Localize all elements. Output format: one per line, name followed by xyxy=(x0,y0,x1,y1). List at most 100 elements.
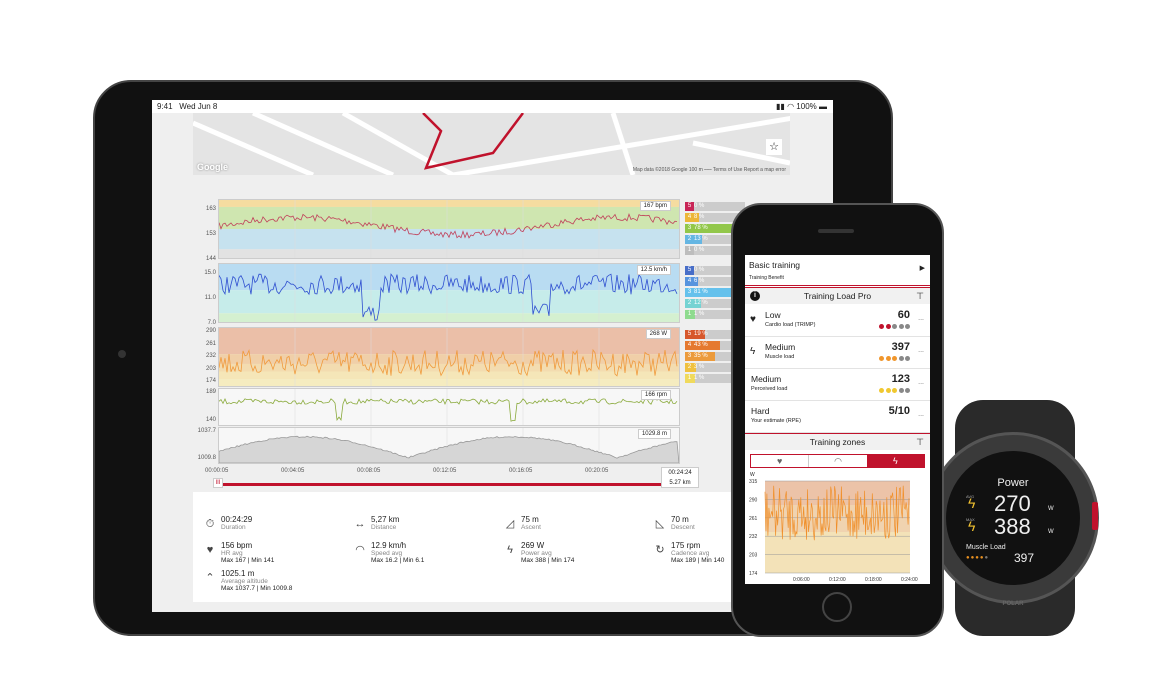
zone-percent: 43 % xyxy=(694,342,708,348)
load-value: 397 xyxy=(891,341,910,353)
load-row[interactable]: ♥ Low Cardio load (TRIMP) 60... xyxy=(745,305,930,337)
y-tick: 174 xyxy=(749,571,758,577)
avg-badge: AVG xyxy=(966,494,975,499)
play-arrow-icon[interactable]: ▶ xyxy=(920,264,925,272)
home-button[interactable] xyxy=(822,592,852,622)
zone-percent: 8 % xyxy=(694,214,705,220)
analysis-charts[interactable]: 163 153 144 167 bpm 5 0 % 4 8 % 3 78 % 2 13 % 1 0 % 15… xyxy=(193,188,790,488)
training-benefit-row[interactable]: Basic training Training Benefit ▶ xyxy=(745,255,930,286)
watch-load-label: Muscle Load xyxy=(966,544,1006,551)
more-icon[interactable]: ... xyxy=(918,379,924,386)
tab-speed[interactable]: ◠ xyxy=(809,455,866,467)
stat-value: 70 m xyxy=(671,515,689,524)
zone-band xyxy=(765,532,910,573)
zone-number: 5 xyxy=(687,203,692,209)
timeline-scrubber[interactable] xyxy=(218,483,673,486)
stopwatch-icon: ⏱ xyxy=(205,518,215,530)
more-icon[interactable]: ... xyxy=(918,315,924,322)
watch-unit: W xyxy=(1048,506,1054,512)
load-level: Medium xyxy=(765,342,796,352)
scrubber-handle[interactable]: III xyxy=(213,478,223,488)
load-dots xyxy=(878,356,910,361)
filter-icon[interactable]: ⊤ xyxy=(916,288,924,305)
x-tick: 0:24:00 xyxy=(901,577,918,583)
zone-number: 1 xyxy=(687,311,692,317)
load-row[interactable]: ϟ Medium Muscle load 397... xyxy=(745,337,930,369)
load-level: Hard xyxy=(751,406,770,416)
status-bar: 9:41 Wed Jun 8 ▮▮ ◠ 100% ▬ xyxy=(152,100,833,113)
route-map[interactable]: Google Map data ©2018 Google 100 m ⎯⎯⎯ T… xyxy=(193,113,790,175)
zone-bar: 50 % xyxy=(685,202,745,211)
stat-value: 269 W xyxy=(521,541,545,550)
stat-value: 5,27 km xyxy=(371,515,400,524)
zone-number: 2 xyxy=(687,300,692,306)
battery-icon: ▬ xyxy=(819,102,827,111)
altitude-plot[interactable]: 1037.7 1009.8 1029.8 m xyxy=(198,427,680,465)
tab-heart-rate[interactable]: ♥ xyxy=(751,455,810,467)
more-icon[interactable]: ... xyxy=(918,347,924,354)
zone-number: 5 xyxy=(687,331,692,337)
star-icon[interactable]: ☆ xyxy=(766,139,782,155)
watch-max-power: 388 xyxy=(994,514,1031,539)
tablet-camera xyxy=(118,350,126,358)
zone-number: 4 xyxy=(687,214,692,220)
power-readout: 268 W xyxy=(645,329,671,339)
y-tick: 144 xyxy=(205,256,216,262)
x-tick: 0:18:00 xyxy=(865,577,882,583)
info-icon[interactable]: i xyxy=(750,291,760,301)
y-tick: 290 xyxy=(749,497,758,503)
load-row[interactable]: Medium Perceived load 123... xyxy=(745,369,930,401)
heart-icon: ♥ xyxy=(750,314,756,325)
filter-icon[interactable]: ⊤ xyxy=(916,434,924,451)
zone-band xyxy=(219,200,679,207)
load-dots xyxy=(878,324,910,329)
y-tick: 1037.7 xyxy=(197,428,216,434)
zone-number: 4 xyxy=(687,278,692,284)
benefit-subtitle: Training Benefit xyxy=(749,275,784,281)
tab-power[interactable]: ϟ xyxy=(866,455,924,467)
zone-number: 3 xyxy=(687,289,692,295)
map-credits[interactable]: Map data ©2018 Google 100 m ⎯⎯⎯ Terms of… xyxy=(633,167,786,173)
status-date: Wed Jun 8 xyxy=(179,102,218,111)
cadence-plot[interactable]: 189 140 166 rpm xyxy=(206,388,680,427)
scrubber-time: 00:24:24 xyxy=(668,470,692,476)
y-tick: 11.0 xyxy=(204,295,216,301)
y-tick: 189 xyxy=(205,389,216,395)
speed-plot[interactable]: 15.0 11.0 7.0 12.5 km/h xyxy=(204,263,680,326)
lightning-icon: ϟ xyxy=(892,456,898,466)
stat-minmax: Max 167 | Min 141 xyxy=(221,557,275,564)
watch-unit: W xyxy=(1048,529,1054,535)
stat-value: 175 rpm xyxy=(671,541,701,550)
y-tick: 232 xyxy=(205,353,216,359)
altitude-icon: ⌃ xyxy=(205,572,215,584)
training-load-header: i Training Load Pro ⊤ xyxy=(745,287,930,304)
heart-rate-readout: 167 bpm xyxy=(639,201,671,211)
more-icon[interactable]: ... xyxy=(918,411,924,418)
heart-rate-plot[interactable]: 163 153 144 167 bpm xyxy=(206,199,680,262)
watch-load-value: 397 xyxy=(1014,551,1035,565)
y-tick: 315 xyxy=(749,479,758,485)
training-zones-title: Training zones xyxy=(809,437,866,447)
load-row[interactable]: Hard Your estimate (RPE) 5/10... xyxy=(745,401,930,433)
zone-percent: 0 % xyxy=(694,247,705,253)
zone-number: 1 xyxy=(687,247,692,253)
zone-band xyxy=(219,290,679,314)
stat-value: 156 bpm xyxy=(221,541,253,550)
watch-button[interactable] xyxy=(1092,502,1098,530)
stat-value: 00:24:29 xyxy=(221,515,253,524)
load-label: Cardio load (TRIMP) xyxy=(765,322,816,328)
zone-percent: 81 % xyxy=(694,289,708,295)
load-dots xyxy=(878,388,910,393)
load-label: Your estimate (RPE) xyxy=(751,418,801,424)
power-plot[interactable]: 290 261 232 203 174 268 W xyxy=(206,327,680,388)
summary-stats: ⏱ 00:24:29 Duration ↔ 5,27 km Distance ◿ 75 m As… xyxy=(193,492,790,602)
y-tick: 203 xyxy=(205,365,216,372)
training-load-title: Training Load Pro xyxy=(803,291,872,301)
zone-number: 2 xyxy=(687,364,692,370)
zone-percent: 0 % xyxy=(694,203,705,209)
phone-speaker xyxy=(818,229,854,233)
load-level: Medium xyxy=(751,374,782,384)
zone-percent: 6 % xyxy=(694,278,705,284)
zone-band xyxy=(219,328,679,355)
load-value: 123 xyxy=(891,373,910,385)
